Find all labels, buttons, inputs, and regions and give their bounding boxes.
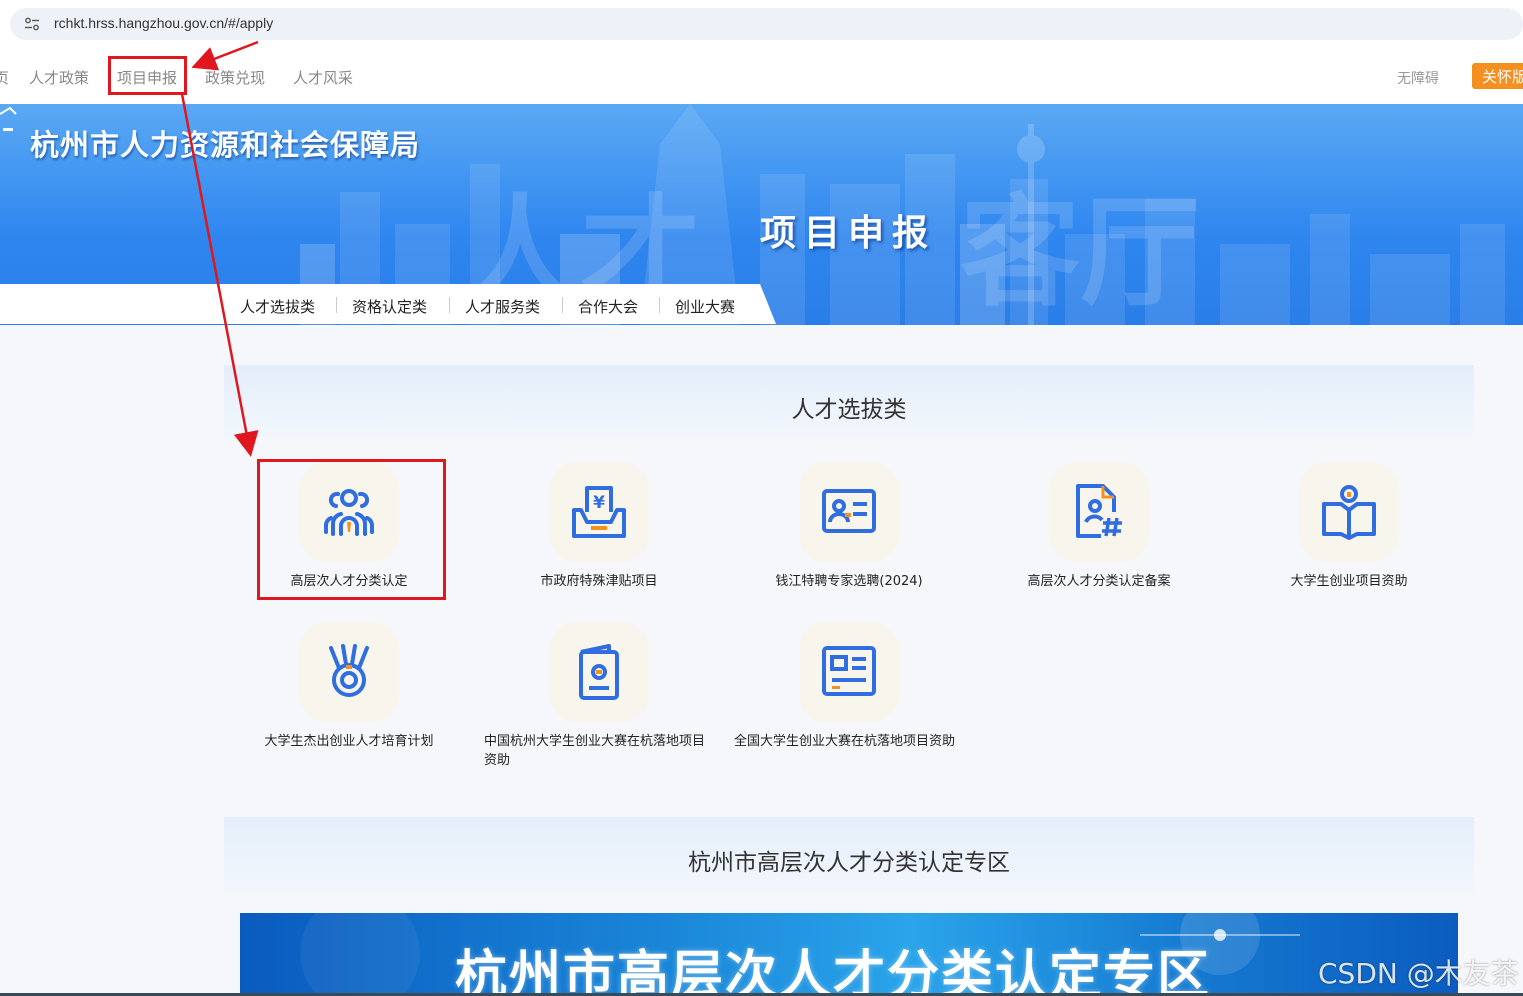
project-item-china-hangzhou-contest[interactable]: 中国杭州大学生创业大赛在杭落地项目资助 [484, 622, 714, 772]
item-icon-box[interactable] [1049, 462, 1149, 562]
tab-talent-selection[interactable]: 人才选拔类 [240, 296, 315, 317]
accessibility-link[interactable]: 无障碍 [1397, 68, 1439, 88]
svg-text:¥: ¥ [593, 493, 605, 513]
item-icon-box[interactable] [799, 622, 899, 722]
zone-header: 杭州市高层次人才分类认定专区 [224, 817, 1474, 892]
item-icon-box[interactable] [299, 622, 399, 722]
tab-cooperation-conference[interactable]: 合作大会 [578, 296, 638, 317]
banner-title: 项目申报 [760, 213, 937, 254]
care-mode-button[interactable]: 关怀版 [1472, 63, 1523, 89]
url-field[interactable]: rchkt.hrss.hangzhou.gov.cn/#/apply [10, 8, 1523, 40]
project-item-student-startup[interactable]: 大学生创业项目资助 [1234, 462, 1464, 612]
tab-divider [562, 297, 563, 313]
watermark: CSDN @木友茶 [1318, 957, 1519, 990]
project-item-special-allowance[interactable]: ¥ 市政府特殊津贴项目 [484, 462, 714, 612]
nav-item-talent-showcase[interactable]: 人才风采 [293, 67, 353, 88]
project-item-talent-filing[interactable]: 高层次人才分类认定备案 [984, 462, 1214, 612]
url-text: rchkt.hrss.hangzhou.gov.cn/#/apply [54, 15, 274, 31]
item-label[interactable]: 高层次人才分类认定备案 [984, 572, 1214, 591]
category-tabs: 人才选拔类 资格认定类 人才服务类 合作大会 创业大赛 [224, 284, 776, 324]
tab-talent-service[interactable]: 人才服务类 [465, 296, 540, 317]
project-item-qianjiang-expert[interactable]: 钱江特聘专家选聘(2024) [734, 462, 964, 612]
nav-item-policy-redeem[interactable]: 政策兑现 [205, 67, 265, 88]
top-navigation: 页 人才政策 项目申报 政策兑现 人才风采 无障碍 关怀版 [0, 48, 1523, 104]
yen-document-icon: ¥ [572, 486, 626, 538]
id-card-icon [822, 489, 876, 533]
item-icon-box[interactable] [549, 622, 649, 722]
nav-item-home[interactable]: 页 [0, 67, 9, 88]
org-name: 杭州市人力资源和社会保障局 [30, 128, 421, 162]
highlight-box-item [257, 459, 446, 600]
item-icon-box[interactable] [1299, 462, 1399, 562]
item-label[interactable]: 大学生创业项目资助 [1234, 572, 1464, 591]
news-card-icon [822, 646, 876, 696]
file-user-hash-icon [1076, 484, 1122, 538]
svg-text:客厅: 客厅 [960, 184, 1200, 323]
tab-divider [659, 297, 660, 313]
item-label[interactable]: 钱江特聘专家选聘(2024) [734, 572, 964, 591]
project-item-national-contest[interactable]: 全国大学生创业大赛在杭落地项目资助 [734, 622, 964, 772]
org-logo-icon [0, 106, 17, 131]
project-item-outstanding-entrepreneur[interactable]: 大学生杰出创业人才培育计划 [234, 622, 464, 772]
item-icon-box[interactable] [799, 462, 899, 562]
nav-item-talent-policy[interactable]: 人才政策 [29, 67, 89, 88]
tabs-background [0, 284, 230, 324]
item-label[interactable]: 全国大学生创业大赛在杭落地项目资助 [734, 732, 964, 751]
section-title: 人才选拔类 [791, 397, 907, 423]
item-label[interactable]: 大学生杰出创业人才培育计划 [234, 732, 464, 751]
highlight-box-nav [108, 56, 187, 95]
zone-banner-text: 杭州市高层次人才分类认定专区 [455, 946, 1212, 996]
tab-divider [336, 297, 337, 313]
tab-startup-contest[interactable]: 创业大赛 [675, 296, 735, 317]
medal-icon [329, 644, 369, 697]
passport-icon [579, 644, 619, 700]
open-book-icon [1322, 485, 1376, 540]
item-icon-box[interactable]: ¥ [549, 462, 649, 562]
zone-title: 杭州市高层次人才分类认定专区 [688, 850, 1010, 876]
site-settings-icon[interactable] [24, 17, 40, 31]
tab-qualification[interactable]: 资格认定类 [352, 296, 427, 317]
item-label[interactable]: 市政府特殊津贴项目 [484, 572, 714, 591]
browser-address-bar: rchkt.hrss.hangzhou.gov.cn/#/apply [0, 0, 1523, 48]
section-header: 人才选拔类 [224, 365, 1474, 440]
item-label[interactable]: 中国杭州大学生创业大赛在杭落地项目资助 [484, 732, 714, 770]
tab-divider [449, 297, 450, 313]
zone-banner[interactable]: 杭州市高层次人才分类认定专区 [240, 913, 1458, 996]
